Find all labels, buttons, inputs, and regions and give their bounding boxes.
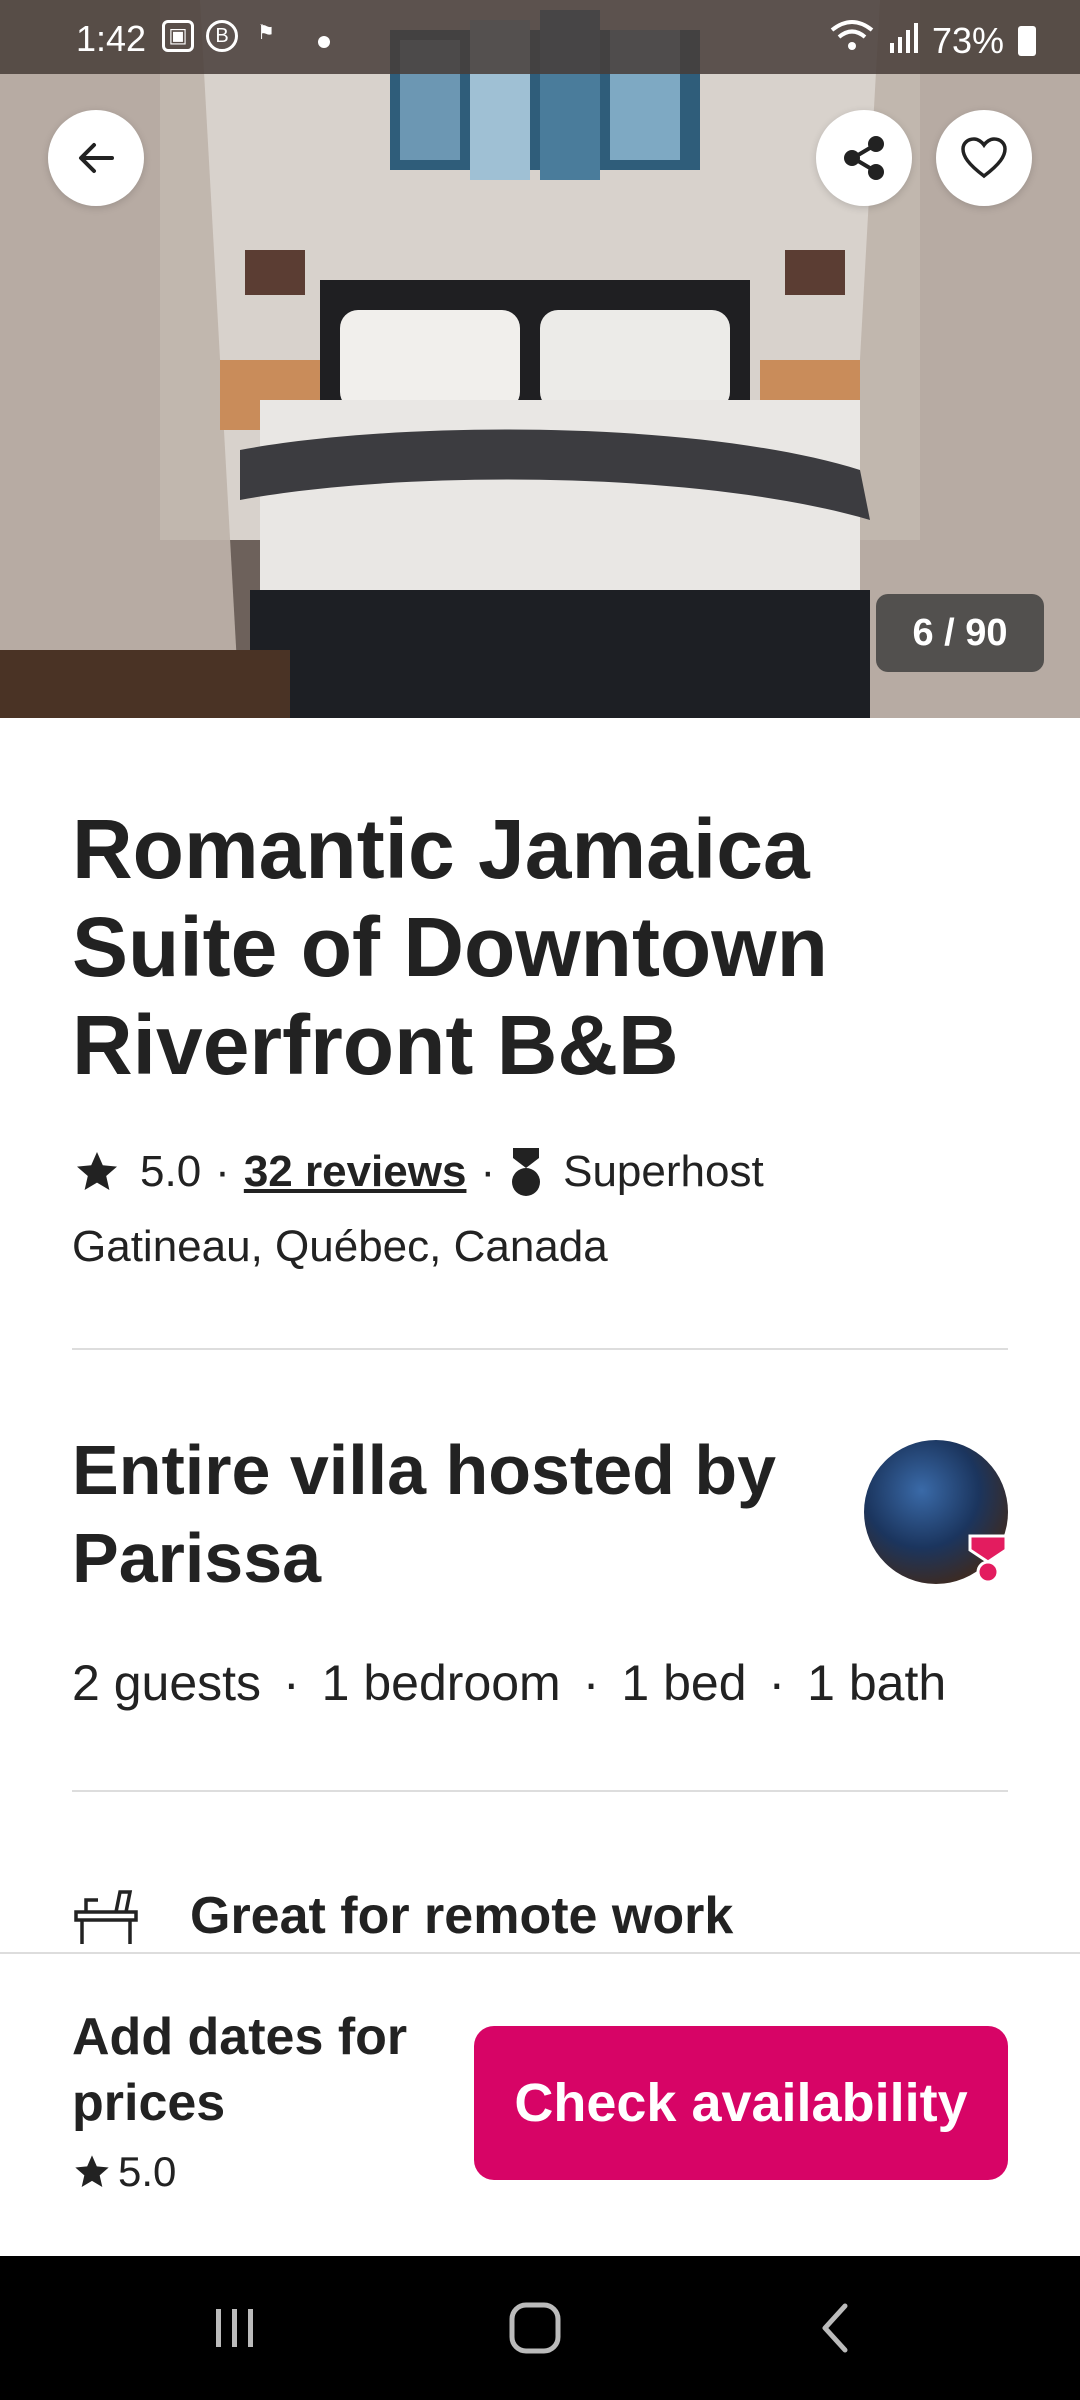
host-heading: Entire villa hosted by Parissa	[72, 1431, 777, 1597]
superhost-badge-icon	[512, 1148, 541, 1196]
b-icon: B	[206, 20, 238, 52]
signal-icon	[888, 20, 918, 62]
listing-location[interactable]: Gatineau, Québec, Canada	[72, 1222, 608, 1272]
system-nav-bar	[0, 2256, 1080, 2400]
booking-rating: 5.0	[72, 2148, 176, 2196]
status-time: 1:42	[76, 18, 147, 59]
notification-icons: ▣ B ⚑	[162, 20, 282, 52]
home-button[interactable]	[480, 2256, 590, 2400]
star-icon	[75, 2155, 109, 2187]
spec-beds: 1 bed	[621, 1655, 747, 1711]
separator-dot: ·	[283, 1655, 300, 1711]
reviews-link[interactable]: 32 reviews	[244, 1147, 467, 1197]
save-wishlist-button[interactable]	[936, 110, 1032, 206]
status-right: 73%	[830, 18, 1036, 63]
back-button[interactable]	[48, 110, 144, 206]
spec-guests: 2 guests	[72, 1655, 262, 1711]
recents-button[interactable]	[180, 2256, 290, 2400]
listing-meta: 5.0 · 32 reviews · Superhost	[72, 1146, 764, 1198]
desk-icon	[74, 1890, 138, 1944]
home-icon	[509, 2302, 561, 2354]
separator-dot: ·	[768, 1655, 786, 1711]
divider	[72, 1348, 1008, 1350]
amenity-label: Great for remote work	[190, 1887, 734, 1945]
divider	[72, 1790, 1008, 1792]
superhost-label: Superhost	[563, 1147, 764, 1196]
gallery-icon: ▣	[162, 20, 194, 52]
arrow-left-icon	[79, 143, 114, 173]
listing-specs: 2 guests · 1 bedroom · 1 bed · 1 bath	[72, 1654, 946, 1712]
share-button[interactable]	[816, 110, 912, 206]
notification-dot-icon	[318, 36, 330, 48]
listing-title: Romantic Jamaica Suite of Downtown River…	[72, 802, 828, 1092]
spec-bedrooms: 1 bedroom	[321, 1655, 561, 1711]
heart-icon	[961, 137, 1007, 179]
separator-dot: ·	[215, 1147, 230, 1196]
separator-dot: ·	[582, 1655, 600, 1711]
add-dates-prompt: Add dates for prices	[72, 2008, 408, 2132]
booking-rating-value: 5.0	[118, 2148, 177, 2195]
battery-icon	[1018, 25, 1036, 56]
status-bar: 1:42 ▣ B ⚑ 73%	[0, 0, 1080, 74]
rating-value: 5.0	[140, 1147, 202, 1196]
check-availability-button[interactable]: Check availability	[474, 2026, 1008, 2180]
wifi-icon	[830, 18, 874, 63]
flag-icon: ⚑	[257, 22, 275, 44]
back-nav-button[interactable]	[780, 2256, 890, 2400]
superhost-avatar-badge-icon	[968, 1534, 1008, 1584]
chevron-left-icon	[822, 2303, 848, 2353]
recents-icon	[216, 2309, 253, 2347]
battery-percent: 73%	[931, 19, 1004, 61]
photo-counter: 6 / 90	[876, 594, 1044, 672]
spec-baths: 1 bath	[807, 1655, 947, 1711]
share-icon	[844, 136, 884, 180]
amenity-remote-work: Great for remote work	[72, 1886, 733, 1946]
star-icon	[77, 1152, 117, 1190]
separator-dot: ·	[480, 1147, 496, 1196]
